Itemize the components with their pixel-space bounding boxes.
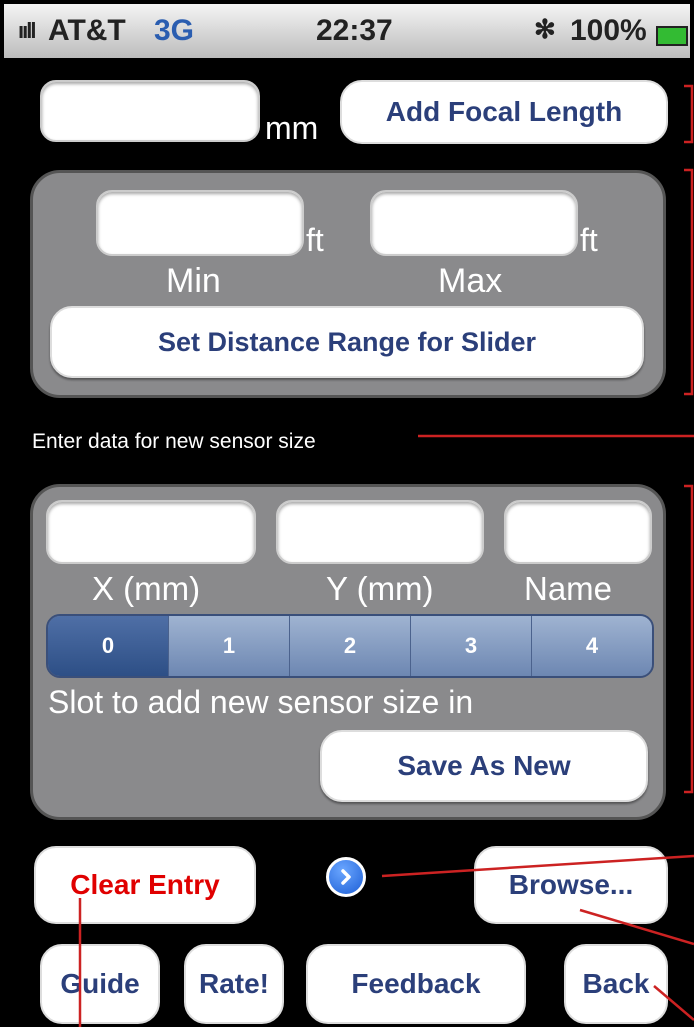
callout-bracket-sensor — [684, 484, 694, 794]
callout-bracket-focal — [684, 84, 694, 144]
callout-line-info — [381, 854, 694, 878]
callout-line-browse — [579, 908, 694, 946]
callout-line-back — [653, 985, 694, 1021]
callout-bracket-distance — [684, 168, 694, 396]
callout-annotations — [78, 84, 694, 1027]
